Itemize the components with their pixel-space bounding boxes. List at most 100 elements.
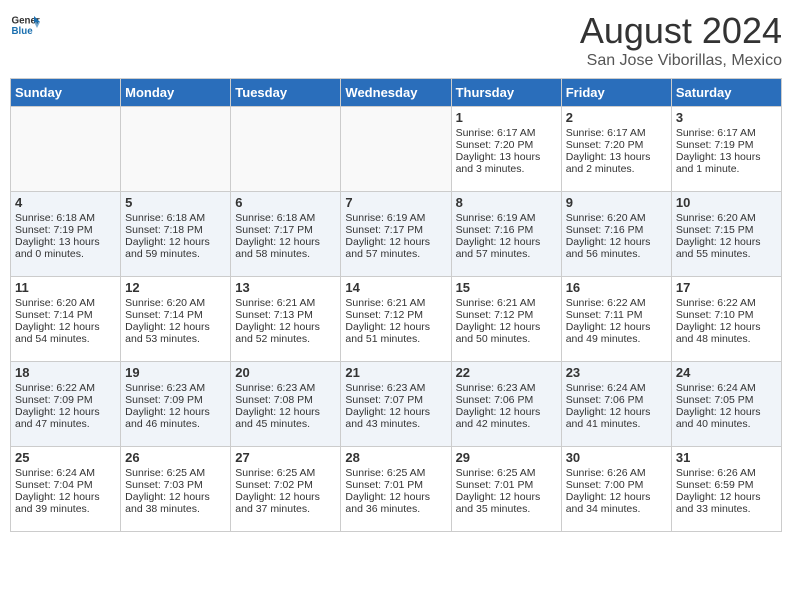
day-info: and 55 minutes. [676, 248, 777, 260]
day-number: 2 [566, 110, 667, 125]
day-info: and 46 minutes. [125, 418, 226, 430]
day-info: Sunset: 7:19 PM [15, 224, 116, 236]
day-number: 27 [235, 450, 336, 465]
day-info: and 52 minutes. [235, 333, 336, 345]
day-info: Sunset: 7:15 PM [676, 224, 777, 236]
day-info: and 42 minutes. [456, 418, 557, 430]
day-info: Sunset: 7:12 PM [345, 309, 446, 321]
day-info: Daylight: 12 hours [125, 406, 226, 418]
calendar-cell: 23Sunrise: 6:24 AMSunset: 7:06 PMDayligh… [561, 362, 671, 447]
day-info: Sunrise: 6:18 AM [125, 212, 226, 224]
calendar-cell: 26Sunrise: 6:25 AMSunset: 7:03 PMDayligh… [121, 447, 231, 532]
day-info: Daylight: 12 hours [456, 236, 557, 248]
calendar-cell: 3Sunrise: 6:17 AMSunset: 7:19 PMDaylight… [671, 107, 781, 192]
day-info: Sunrise: 6:23 AM [456, 382, 557, 394]
day-number: 7 [345, 195, 446, 210]
day-info: Sunset: 7:19 PM [676, 139, 777, 151]
day-info: Sunset: 7:16 PM [566, 224, 667, 236]
day-info: Daylight: 12 hours [676, 321, 777, 333]
col-header-thursday: Thursday [451, 79, 561, 107]
day-info: and 2 minutes. [566, 163, 667, 175]
day-info: Daylight: 12 hours [676, 491, 777, 503]
day-info: Sunrise: 6:19 AM [345, 212, 446, 224]
day-info: Sunset: 7:11 PM [566, 309, 667, 321]
logo: General Blue [10, 10, 40, 40]
day-info: and 40 minutes. [676, 418, 777, 430]
day-info: Sunset: 7:20 PM [456, 139, 557, 151]
calendar-cell: 7Sunrise: 6:19 AMSunset: 7:17 PMDaylight… [341, 192, 451, 277]
calendar-cell: 16Sunrise: 6:22 AMSunset: 7:11 PMDayligh… [561, 277, 671, 362]
day-info: Sunset: 7:02 PM [235, 479, 336, 491]
day-info: and 38 minutes. [125, 503, 226, 515]
day-info: Sunset: 7:00 PM [566, 479, 667, 491]
day-info: Sunrise: 6:18 AM [235, 212, 336, 224]
week-row-1: 1Sunrise: 6:17 AMSunset: 7:20 PMDaylight… [11, 107, 782, 192]
calendar-cell: 25Sunrise: 6:24 AMSunset: 7:04 PMDayligh… [11, 447, 121, 532]
day-info: Sunset: 7:06 PM [566, 394, 667, 406]
calendar-cell: 13Sunrise: 6:21 AMSunset: 7:13 PMDayligh… [231, 277, 341, 362]
day-info: Daylight: 12 hours [345, 406, 446, 418]
day-info: Sunrise: 6:17 AM [676, 127, 777, 139]
col-header-wednesday: Wednesday [341, 79, 451, 107]
day-info: and 49 minutes. [566, 333, 667, 345]
day-info: Sunset: 7:13 PM [235, 309, 336, 321]
day-info: Sunrise: 6:25 AM [235, 467, 336, 479]
day-number: 10 [676, 195, 777, 210]
day-info: Daylight: 12 hours [676, 236, 777, 248]
calendar-cell [341, 107, 451, 192]
day-info: Daylight: 12 hours [345, 491, 446, 503]
col-header-friday: Friday [561, 79, 671, 107]
day-info: Sunrise: 6:18 AM [15, 212, 116, 224]
day-info: Sunrise: 6:21 AM [456, 297, 557, 309]
day-info: and 56 minutes. [566, 248, 667, 260]
calendar-table: SundayMondayTuesdayWednesdayThursdayFrid… [10, 78, 782, 532]
day-info: and 51 minutes. [345, 333, 446, 345]
day-info: Sunrise: 6:20 AM [676, 212, 777, 224]
day-info: Sunrise: 6:23 AM [125, 382, 226, 394]
day-info: Daylight: 12 hours [676, 406, 777, 418]
day-info: Daylight: 12 hours [566, 491, 667, 503]
day-number: 17 [676, 280, 777, 295]
week-row-4: 18Sunrise: 6:22 AMSunset: 7:09 PMDayligh… [11, 362, 782, 447]
day-info: Sunset: 7:09 PM [15, 394, 116, 406]
day-info: Sunset: 7:01 PM [456, 479, 557, 491]
day-info: Sunset: 7:17 PM [345, 224, 446, 236]
day-info: Sunrise: 6:25 AM [125, 467, 226, 479]
day-info: and 1 minute. [676, 163, 777, 175]
day-info: Sunrise: 6:20 AM [15, 297, 116, 309]
day-number: 30 [566, 450, 667, 465]
col-header-tuesday: Tuesday [231, 79, 341, 107]
day-info: Sunset: 7:20 PM [566, 139, 667, 151]
calendar-cell: 20Sunrise: 6:23 AMSunset: 7:08 PMDayligh… [231, 362, 341, 447]
day-info: Sunrise: 6:17 AM [456, 127, 557, 139]
day-info: Sunset: 7:10 PM [676, 309, 777, 321]
day-info: Sunset: 7:01 PM [345, 479, 446, 491]
location-subtitle: San Jose Viborillas, Mexico [580, 52, 782, 70]
day-info: Daylight: 12 hours [456, 321, 557, 333]
day-info: Daylight: 12 hours [15, 491, 116, 503]
day-info: Daylight: 13 hours [566, 151, 667, 163]
day-info: and 50 minutes. [456, 333, 557, 345]
day-number: 21 [345, 365, 446, 380]
day-info: Sunrise: 6:22 AM [15, 382, 116, 394]
day-info: Sunset: 7:08 PM [235, 394, 336, 406]
day-info: and 48 minutes. [676, 333, 777, 345]
day-info: and 59 minutes. [125, 248, 226, 260]
day-number: 24 [676, 365, 777, 380]
week-row-5: 25Sunrise: 6:24 AMSunset: 7:04 PMDayligh… [11, 447, 782, 532]
day-number: 4 [15, 195, 116, 210]
day-info: Sunset: 7:03 PM [125, 479, 226, 491]
day-info: Daylight: 12 hours [235, 236, 336, 248]
page-header: General Blue August 2024 San Jose Vibori… [10, 10, 782, 70]
calendar-cell [121, 107, 231, 192]
day-info: Sunset: 7:04 PM [15, 479, 116, 491]
day-number: 11 [15, 280, 116, 295]
day-info: Sunrise: 6:26 AM [566, 467, 667, 479]
day-info: Sunset: 7:09 PM [125, 394, 226, 406]
day-info: Sunrise: 6:19 AM [456, 212, 557, 224]
calendar-cell: 9Sunrise: 6:20 AMSunset: 7:16 PMDaylight… [561, 192, 671, 277]
calendar-cell: 1Sunrise: 6:17 AMSunset: 7:20 PMDaylight… [451, 107, 561, 192]
calendar-cell: 14Sunrise: 6:21 AMSunset: 7:12 PMDayligh… [341, 277, 451, 362]
header-row: SundayMondayTuesdayWednesdayThursdayFrid… [11, 79, 782, 107]
calendar-cell: 27Sunrise: 6:25 AMSunset: 7:02 PMDayligh… [231, 447, 341, 532]
